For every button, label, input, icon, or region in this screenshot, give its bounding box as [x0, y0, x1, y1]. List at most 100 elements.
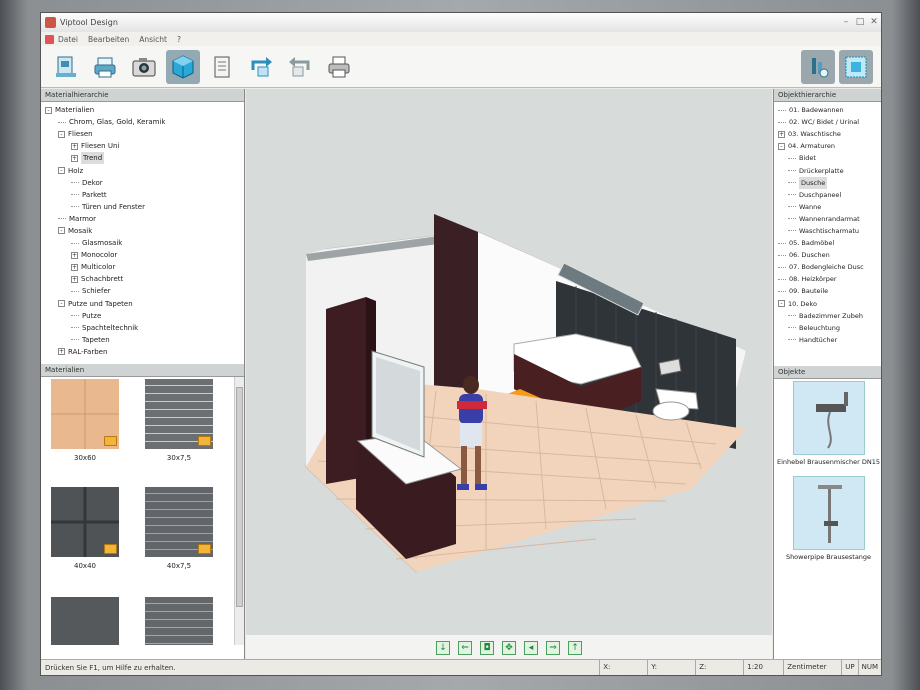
tree-node[interactable]: Tapeten [41, 334, 244, 346]
expand-icon[interactable]: + [778, 130, 785, 138]
tile-30x7-5-swatch [145, 379, 213, 449]
tree-node[interactable]: Wanne [774, 201, 881, 213]
menu-ansicht[interactable]: Ansicht [139, 35, 167, 44]
tree-node[interactable]: Duschpaneel [774, 189, 881, 201]
expand-icon[interactable]: + [71, 263, 78, 271]
collapse-icon[interactable]: - [778, 142, 785, 150]
camera-button[interactable] [127, 50, 161, 84]
rotate-button[interactable] [244, 50, 278, 84]
object-item[interactable]: Einhebel Brausenmischer DN15 [774, 381, 881, 466]
tree-node[interactable]: Parkett [41, 189, 244, 201]
tree-node[interactable]: - Materialien [41, 104, 244, 116]
expand-icon[interactable]: + [71, 142, 78, 150]
expand-icon[interactable]: + [71, 251, 78, 259]
rotate-left-button[interactable]: ◂ [524, 641, 538, 655]
document-menu-icon[interactable] [45, 34, 54, 44]
tree-node-label: Fliesen Uni [81, 142, 120, 151]
tree-node[interactable]: - Putze und Tapeten [41, 298, 244, 310]
status-x: X: [599, 660, 647, 675]
move-left-button[interactable]: ⇐ [458, 641, 472, 655]
collapse-icon[interactable]: - [58, 300, 65, 308]
tree-node[interactable]: Drückerplatte [774, 164, 881, 176]
material-item[interactable] [141, 597, 217, 645]
tree-node[interactable]: Badezimmer Zubeh [774, 310, 881, 322]
tree-node[interactable]: Wannenrandarmat [774, 213, 881, 225]
move-right-button[interactable]: ⇒ [546, 641, 560, 655]
document-button[interactable] [205, 50, 239, 84]
3d-viewport[interactable]: ↓ ⇐ ◘ ✥ ◂ ⇒ ↑ [246, 89, 772, 661]
collapse-icon[interactable]: - [58, 227, 65, 235]
tree-node[interactable]: + Monocolor [41, 249, 244, 261]
tree-node[interactable]: Glasmosaik [41, 237, 244, 249]
move-up-button[interactable]: ↑ [568, 641, 582, 655]
collapse-icon[interactable]: - [58, 130, 65, 138]
close-button[interactable]: ✕ [867, 16, 881, 29]
tree-node[interactable]: 07. Bodengleiche Dusc [774, 261, 881, 273]
menu-help[interactable]: ? [177, 35, 181, 44]
material-item[interactable]: 40x7,5 [141, 487, 217, 570]
tree-node[interactable]: 02. WC/ Bidet / Urinal [774, 116, 881, 128]
maximize-button[interactable]: □ [853, 16, 867, 29]
tree-node[interactable]: - Mosaik [41, 225, 244, 237]
object-item[interactable]: Showerpipe Brausestange [774, 476, 881, 561]
tree-node-label: Mosaik [68, 226, 93, 235]
tree-node[interactable]: + Schachbrett [41, 273, 244, 285]
tree-node[interactable]: 05. Badmöbel [774, 237, 881, 249]
material-item[interactable] [47, 597, 123, 645]
tree-node[interactable]: Dekor [41, 177, 244, 189]
3d-view-button[interactable] [166, 49, 200, 84]
menu-bearbeiten[interactable]: Bearbeiten [88, 35, 129, 44]
tree-node[interactable]: Türen und Fenster [41, 201, 244, 213]
status-unit: Zentimeter [783, 660, 841, 675]
minimize-button[interactable]: – [839, 16, 853, 29]
tree-node[interactable]: -04. Armaturen [774, 140, 881, 152]
menu-datei[interactable]: Datei [58, 35, 78, 44]
tree-node[interactable]: Waschtischarmatu [774, 225, 881, 237]
fit-view-button[interactable]: ✥ [502, 641, 516, 655]
app-window: Viptool Design – □ ✕ Datei Bearbeiten An… [40, 12, 882, 676]
floorplan-button[interactable] [839, 50, 873, 84]
materials-scrollbar[interactable] [234, 377, 244, 645]
preview-button[interactable] [49, 50, 83, 84]
tree-node[interactable]: + Trend [41, 152, 244, 165]
tool-settings-button[interactable] [801, 50, 835, 84]
move-down-button[interactable]: ↓ [436, 641, 450, 655]
collapse-icon[interactable]: - [778, 300, 785, 308]
tree-node[interactable]: + RAL-Farben [41, 346, 244, 358]
material-item[interactable]: 40x40 [47, 487, 123, 570]
tree-node-label: 10. Deko [788, 299, 817, 308]
tree-node[interactable]: -10. Deko [774, 298, 881, 310]
tree-node[interactable]: Chrom, Glas, Gold, Keramik [41, 116, 244, 128]
tree-node[interactable]: + Fliesen Uni [41, 140, 244, 152]
tree-node[interactable]: Putze [41, 310, 244, 322]
view-button[interactable]: ◘ [480, 641, 494, 655]
collapse-icon[interactable]: - [45, 106, 52, 114]
tree-node[interactable]: 06. Duschen [774, 249, 881, 261]
tree-node-label: Wanne [799, 202, 822, 211]
print-preview-button[interactable] [88, 50, 122, 84]
tree-node[interactable]: Handtücher [774, 334, 881, 346]
tree-node[interactable]: - Fliesen [41, 128, 244, 140]
tree-node[interactable]: +03. Waschtische [774, 128, 881, 140]
tree-node[interactable]: 08. Heizkörper [774, 273, 881, 285]
refresh-button[interactable] [283, 50, 317, 84]
tree-node[interactable]: Beleuchtung [774, 322, 881, 334]
expand-icon[interactable]: + [71, 275, 78, 283]
expand-icon[interactable]: + [58, 348, 65, 356]
tree-node[interactable]: Bidet [774, 152, 881, 164]
tree-node[interactable]: Dusche [774, 176, 881, 189]
material-item[interactable]: 30x60 [47, 379, 123, 462]
tree-node[interactable]: 09. Bauteile [774, 285, 881, 297]
collapse-icon[interactable]: - [58, 167, 65, 175]
tree-node[interactable]: 01. Badewannen [774, 104, 881, 116]
tree-node[interactable]: Spachteltechnik [41, 322, 244, 334]
tree-node[interactable]: Schiefer [41, 285, 244, 297]
tree-node[interactable]: + Multicolor [41, 261, 244, 273]
material-item[interactable]: 30x7,5 [141, 379, 217, 462]
expand-icon[interactable]: + [71, 154, 78, 162]
tree-node-label: Tapeten [82, 335, 110, 344]
tree-node[interactable]: Marmor [41, 213, 244, 225]
printer-button[interactable] [322, 50, 356, 84]
tree-node[interactable]: - Holz [41, 164, 244, 176]
materials-header: Materialien [41, 364, 244, 377]
